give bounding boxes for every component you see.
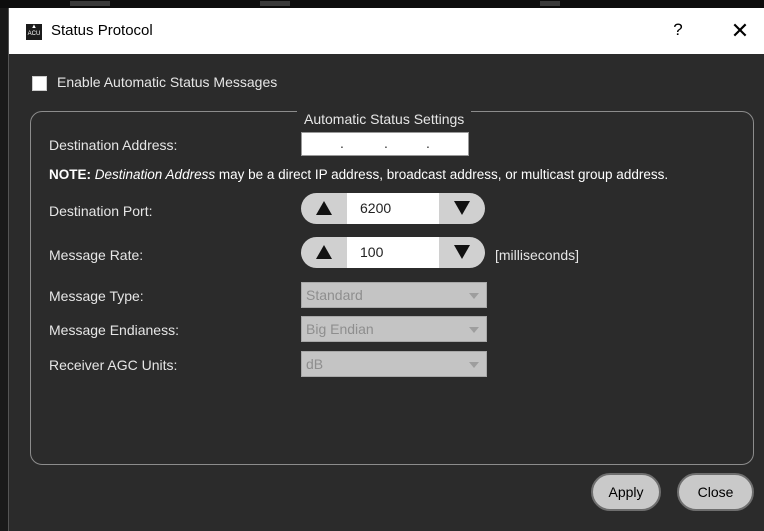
enable-status-label[interactable]: Enable Automatic Status Messages	[57, 74, 277, 90]
background-window-strip	[0, 0, 764, 8]
message-type-select[interactable]: Standard	[301, 282, 487, 308]
message-endianess-value: Big Endian	[306, 321, 374, 337]
dropdown-caret-icon	[469, 327, 479, 333]
arrow-up-icon	[316, 245, 332, 259]
background-fragment	[540, 1, 560, 6]
note-italic: Destination Address	[94, 167, 216, 182]
message-type-value: Standard	[306, 287, 363, 303]
window-title: Status Protocol	[51, 22, 153, 39]
background-fragment	[260, 1, 290, 6]
destination-address-input[interactable]: . . .	[301, 132, 469, 156]
ip-dot: .	[384, 135, 388, 151]
note-bold: NOTE:	[49, 167, 91, 182]
port-increment-button[interactable]	[301, 193, 347, 224]
dropdown-caret-icon	[469, 293, 479, 299]
receiver-agc-select[interactable]: dB	[301, 351, 487, 377]
message-rate-label: Message Rate:	[49, 247, 144, 263]
title-bar: ▲ ACU Status Protocol ? ✕	[9, 8, 764, 54]
close-icon[interactable]: ✕	[729, 18, 751, 43]
enable-status-checkbox[interactable]	[32, 76, 47, 91]
help-icon[interactable]: ?	[671, 20, 685, 40]
ip-dot: .	[340, 135, 344, 151]
destination-address-label: Destination Address:	[49, 137, 178, 153]
background-fragment	[70, 1, 110, 6]
arrow-down-icon	[454, 245, 470, 259]
status-protocol-dialog: ▲ ACU Status Protocol ? ✕ Enable Automati…	[8, 8, 764, 531]
destination-port-label: Destination Port:	[49, 203, 153, 219]
app-icon: ▲ ACU	[26, 24, 42, 40]
dropdown-caret-icon	[469, 362, 479, 368]
apply-button[interactable]: Apply	[591, 473, 661, 511]
destination-port-spinbox: 6200	[301, 193, 485, 224]
rate-decrement-button[interactable]	[439, 237, 485, 268]
message-endianess-label: Message Endianess:	[49, 322, 179, 338]
message-rate-value[interactable]: 100	[347, 237, 439, 268]
arrow-up-icon	[316, 201, 332, 215]
message-rate-spinbox: 100	[301, 237, 485, 268]
note-text: NOTE: Destination Address may be a direc…	[49, 167, 668, 182]
note-rest: may be a direct IP address, broadcast ad…	[218, 167, 669, 182]
ip-dot: .	[426, 135, 430, 151]
rate-increment-button[interactable]	[301, 237, 347, 268]
port-decrement-button[interactable]	[439, 193, 485, 224]
destination-port-value[interactable]: 6200	[347, 193, 439, 224]
close-button[interactable]: Close	[677, 473, 754, 511]
arrow-down-icon	[454, 201, 470, 215]
receiver-agc-label: Receiver AGC Units:	[49, 357, 178, 373]
message-endianess-select[interactable]: Big Endian	[301, 316, 487, 342]
message-rate-unit: [milliseconds]	[495, 247, 580, 263]
group-title: Automatic Status Settings	[297, 111, 472, 127]
message-type-label: Message Type:	[49, 288, 144, 304]
receiver-agc-value: dB	[306, 356, 324, 372]
